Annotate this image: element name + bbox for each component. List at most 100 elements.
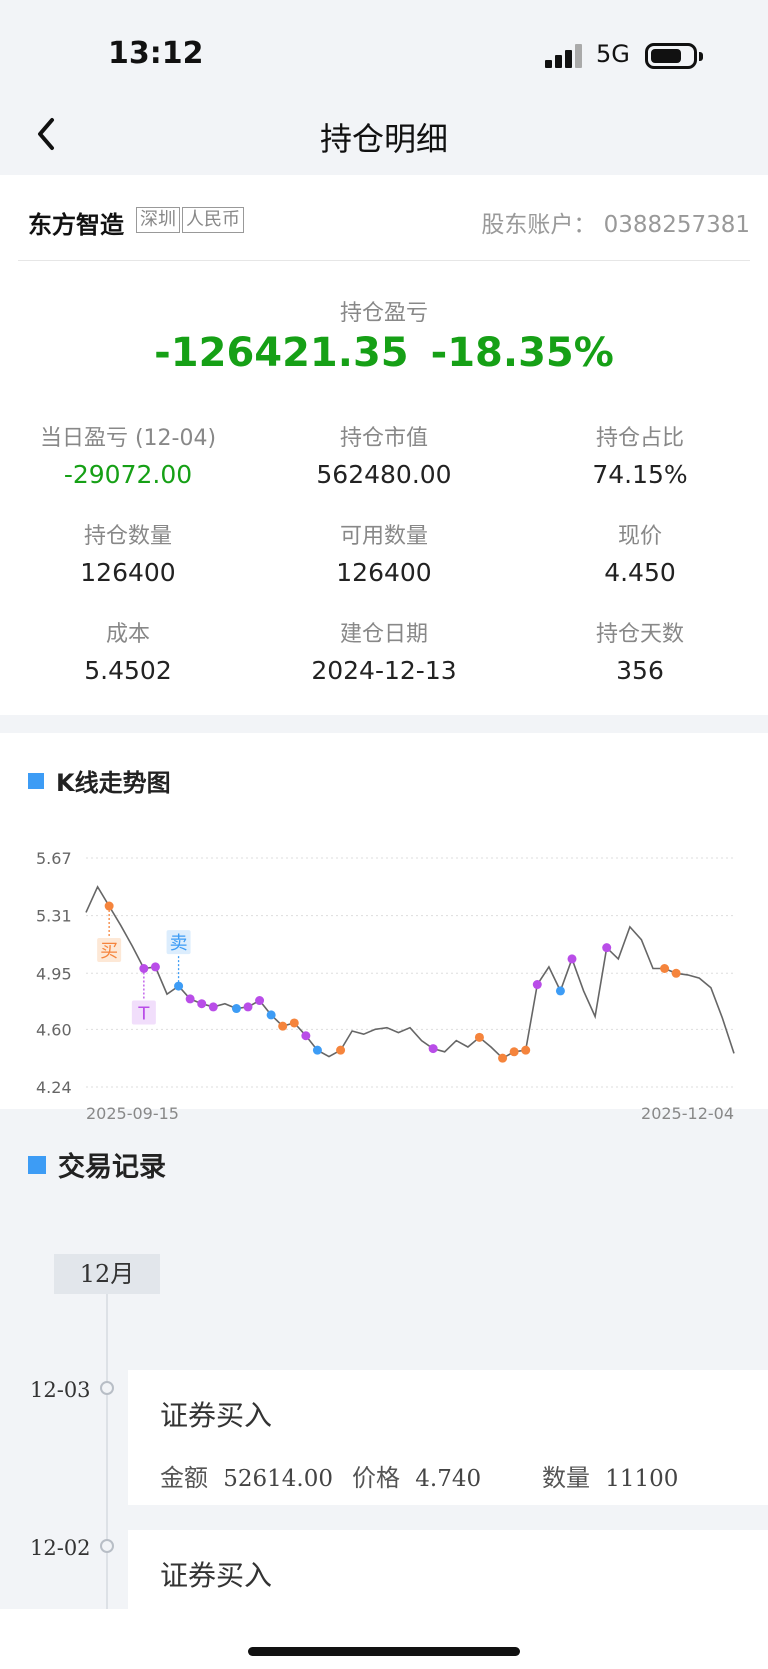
pl-percent: -18.35% [430,330,614,376]
trade-marker [104,901,114,911]
home-bar [0,1609,768,1669]
stat-market-value: 持仓市值 562480.00 [256,420,512,489]
trade-records-title: 交易记录 [58,1152,166,1183]
timeline-line [106,1294,108,1614]
currency-tag: 人民币 [182,207,244,233]
stat-daily-pl: 当日盈亏 (12-04) -29072.00 [0,420,256,489]
record-date: 12-02 [30,1536,91,1560]
trade-marker [660,963,670,973]
stat-value: 356 [616,656,664,685]
trade-marker [555,986,565,996]
trade-marker [208,1002,218,1012]
pl-amount: -126421.35 [154,330,409,376]
stat-available: 可用数量 126400 [256,518,512,587]
quantity-value: 11100 [605,1466,679,1492]
account-label: 股东账户： [481,212,597,238]
stat-label: 可用数量 [339,524,428,549]
trade-marker [521,1045,531,1055]
y-tick-label: 5.31 [36,907,72,926]
stat-label: 持仓市值 [339,426,428,451]
annotation-label: 买 [100,941,118,962]
section-marker-icon [28,1155,46,1174]
position-summary-card: 东方智造 深圳 人民币 股东账户： 0388257381 持仓盈亏 -12642… [0,175,768,715]
stat-label: 持仓数量 [83,524,172,549]
stat-current-price: 现价 4.450 [512,518,768,587]
record-price: 价格 4.740 [352,1464,482,1492]
annotation-label: 卖 [170,933,188,954]
trade-marker [278,1021,288,1031]
trade-marker [150,962,160,972]
stat-value: 126400 [336,558,432,587]
stat-label: 成本 [105,622,150,647]
trade-marker [197,999,207,1009]
y-tick-label: 4.95 [36,964,72,983]
trade-records-header: 交易记录 [28,1145,166,1184]
trade-marker [498,1053,508,1063]
timeline-dot [100,1381,114,1395]
stat-label: 建仓日期 [339,622,428,647]
trade-marker [301,1031,311,1041]
y-tick-label: 5.67 [36,849,72,868]
status-time: 13:12 [108,36,204,71]
trade-marker [139,963,149,973]
trade-record[interactable]: 证券买入 [128,1530,768,1620]
stat-position-ratio: 持仓占比 74.15% [512,420,768,489]
month-label: 12月 [54,1254,160,1294]
y-tick-label: 4.60 [36,1020,72,1039]
stat-value: 4.450 [604,558,676,587]
stat-label: 持仓占比 [595,426,684,451]
signal-icon [545,44,585,68]
trade-marker [255,996,265,1006]
price-value: 4.740 [415,1466,482,1492]
trade-record[interactable]: 证券买入 金额 52614.00 价格 4.740 数量 11100 [128,1370,768,1505]
stat-label: 持仓天数 [595,622,684,647]
stat-label: 现价 [617,524,662,549]
amount-value: 52614.00 [223,1466,334,1492]
stat-value: 5.4502 [84,656,172,685]
trade-marker [336,1045,346,1055]
y-tick-label: 4.24 [36,1078,72,1097]
home-indicator[interactable] [248,1647,520,1656]
stat-value: -29072.00 [63,460,193,489]
trade-marker [243,1002,253,1012]
shareholder-account: 股东账户： 0388257381 [481,205,750,239]
record-type: 证券买入 [160,1399,273,1432]
battery-icon [645,43,703,69]
x-start-label: 2025-09-15 [86,1104,179,1123]
stat-open-date: 建仓日期 2024-12-13 [256,616,512,685]
stat-holding-days: 持仓天数 356 [512,616,768,685]
record-type: 证券买入 [160,1559,273,1592]
stat-quantity: 持仓数量 126400 [0,518,256,587]
stat-value: 126400 [80,558,176,587]
stat-value: 562480.00 [316,460,452,489]
trade-marker [532,980,542,990]
pl-label: 持仓盈亏 [339,301,428,326]
annotation-label: T [137,1003,150,1024]
pl-value: -126421.35 -18.35% [0,330,768,376]
stat-cost: 成本 5.4502 [0,616,256,685]
trade-marker [289,1018,299,1028]
trade-marker [671,968,681,978]
kline-card: K线走势图 5.67 5.31 4.95 4.60 4.24 买 T 卖 2025-09-15 2… [0,733,768,1123]
status-bar: 13:12 5G [0,0,768,100]
trade-marker [312,1045,322,1055]
page-title: 持仓明细 [319,120,448,158]
x-end-label: 2025-12-04 [641,1104,734,1123]
divider [18,260,750,261]
trade-marker [231,1004,241,1014]
price-line [85,885,735,1060]
trade-marker [567,954,577,964]
trade-marker [185,994,195,1004]
account-number: 0388257381 [603,212,750,238]
record-date: 12-03 [30,1378,91,1402]
trade-marker [474,1032,484,1042]
timeline-dot [100,1539,114,1553]
stat-value: 2024-12-13 [311,656,457,685]
trade-marker [509,1047,519,1057]
stock-name: 东方智造 [28,211,124,239]
record-amount: 金额 52614.00 [160,1464,334,1492]
kline-chart: 5.67 5.31 4.95 4.60 4.24 买 T 卖 2025-09-15 2025-12… [36,849,735,1123]
network-label: 5G [596,40,630,68]
trade-marker [266,1010,276,1020]
trade-marker [602,943,612,953]
